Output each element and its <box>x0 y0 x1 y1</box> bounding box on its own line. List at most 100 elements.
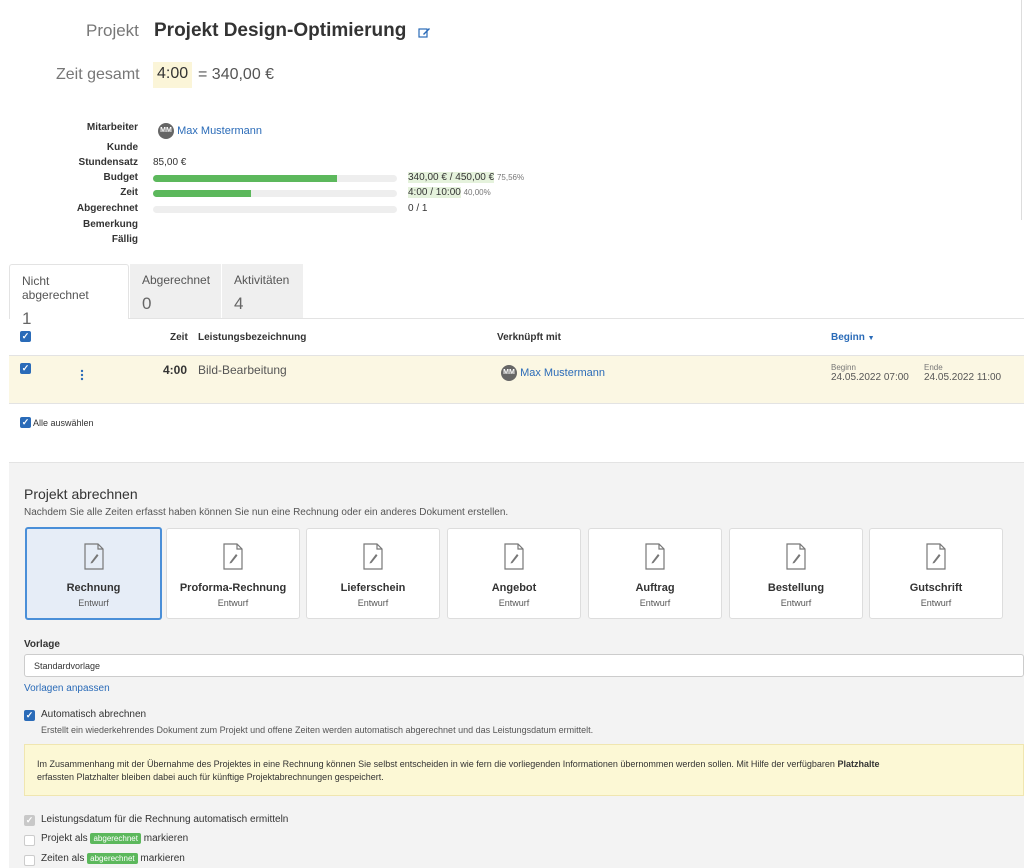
row-end-value: 24.05.2022 11:00 <box>924 372 1002 383</box>
row-description: Bild-Bearbeitung <box>198 363 287 377</box>
col-start[interactable]: Beginn <box>831 332 865 343</box>
service-date-label: Leistungsdatum für die Rechnung automati… <box>41 814 289 825</box>
budget-percent: 75,56% <box>496 173 525 182</box>
auto-billing-checkbox[interactable]: ✓ <box>24 710 35 721</box>
row-time: 4:00 <box>163 363 188 377</box>
time-total-value: 4:00 <box>153 62 193 88</box>
document-name: Auftrag <box>635 582 675 594</box>
option-label: Projekt als <box>41 833 88 845</box>
tab-label: Aktivitäten <box>234 273 290 287</box>
document-name: Gutschrift <box>909 582 963 594</box>
times-billed-checkbox[interactable] <box>24 855 35 866</box>
budget-amount: 340,00 € / 450,00 € <box>408 172 495 183</box>
document-name: Angebot <box>491 582 537 594</box>
tab-label: Abgerechnet <box>142 273 211 287</box>
rate-value: 85,00 € <box>153 157 187 168</box>
edit-icon[interactable] <box>418 26 432 40</box>
document-status: Entwurf <box>920 598 952 608</box>
employee-name[interactable]: Max Mustermann <box>177 125 262 137</box>
option-label: Zeiten als <box>41 853 85 865</box>
tab-count: 4 <box>234 294 244 313</box>
col-time: Zeit <box>170 332 188 343</box>
document-name: Proforma-Rechnung <box>179 582 287 594</box>
document-status: Entwurf <box>639 598 671 608</box>
auto-billing-description: Erstellt ein wiederkehrendes Dokument zu… <box>41 725 594 735</box>
notice-text-2: erfassten Platzhalter bleiben dabei auch… <box>37 772 384 782</box>
time-amount: 4:00 / 10:00 <box>408 187 461 198</box>
template-label: Vorlage <box>24 639 60 650</box>
document-card-rechnung[interactable]: Rechnung Entwurf <box>25 527 162 620</box>
auto-billing-label[interactable]: Automatisch abrechnen <box>41 709 146 720</box>
rate-label: Stundensatz <box>78 157 138 168</box>
document-edit-icon <box>504 543 524 570</box>
document-status: Entwurf <box>498 598 530 608</box>
caret-down-icon: ▼ <box>867 335 875 342</box>
status-badge: abgerechnet <box>87 853 138 864</box>
row-start-label: Beginn <box>831 363 856 372</box>
document-edit-icon <box>786 543 806 570</box>
tab-billed[interactable]: Abgerechnet 0 <box>130 264 221 319</box>
row-linked[interactable]: MM Max Mustermann <box>501 365 605 381</box>
employee-label: Mitarbeiter <box>86 122 138 133</box>
time-progress-bar <box>153 190 397 197</box>
select-all-checkbox[interactable]: ✓ <box>20 417 31 428</box>
template-select[interactable]: Standardvorlage <box>24 654 1024 677</box>
project-billed-checkbox[interactable] <box>24 835 35 846</box>
time-total-label: Zeit gesamt <box>56 66 140 83</box>
tab-activities[interactable]: Aktivitäten 4 <box>222 264 303 319</box>
project-billed-option[interactable]: Projekt als abgerechnet markieren <box>41 833 188 844</box>
avatar: MM <box>158 123 174 139</box>
tab-count: 0 <box>142 294 152 313</box>
document-card-proforma-rechnung[interactable]: Proforma-Rechnung Entwurf <box>166 528 300 619</box>
document-name: Bestellung <box>767 582 825 594</box>
billed-value: 0 / 1 <box>408 203 428 214</box>
row-start-value: 24.05.2022 07:00 <box>831 372 909 383</box>
document-status: Entwurf <box>78 598 109 608</box>
billed-label: Abgerechnet <box>76 203 138 214</box>
template-link[interactable]: Vorlagen anpassen <box>24 683 110 694</box>
document-card-bestellung[interactable]: Bestellung Entwurf <box>729 528 863 619</box>
document-name: Rechnung <box>66 582 121 594</box>
template-select-value: Standardvorlage <box>34 661 101 671</box>
billed-progress-bar <box>153 206 397 213</box>
tab-label: Nicht abgerechnet <box>22 274 89 302</box>
row-end-label: Ende <box>924 363 943 372</box>
row-checkbox[interactable]: ✓ <box>20 363 31 374</box>
kebab-menu-icon[interactable] <box>80 369 86 382</box>
document-card-angebot[interactable]: Angebot Entwurf <box>447 528 581 619</box>
times-billed-option[interactable]: Zeiten als abgerechnet markieren <box>41 853 185 864</box>
tab-not-billed[interactable]: Nicht abgerechnet 1 <box>9 264 129 328</box>
due-label: Fällig <box>111 234 138 245</box>
document-edit-icon <box>645 543 665 570</box>
document-edit-icon <box>363 543 383 570</box>
document-edit-icon <box>84 543 104 570</box>
budget-label: Budget <box>103 172 138 183</box>
time-percent: 40,00% <box>463 188 491 197</box>
time-total-amount: = 340,00 € <box>198 66 275 83</box>
customer-label: Kunde <box>106 142 138 153</box>
note-label: Bemerkung <box>82 219 138 230</box>
notice-box: Im Zusammenhang mit der Übernahme des Pr… <box>24 744 1024 796</box>
document-card-lieferschein[interactable]: Lieferschein Entwurf <box>306 528 440 619</box>
row-linked-name[interactable]: Max Mustermann <box>520 367 605 379</box>
document-card-gutschrift[interactable]: Gutschrift Entwurf <box>869 528 1003 619</box>
billing-title: Projekt abrechnen <box>24 486 138 502</box>
select-all-label[interactable]: Alle auswählen <box>33 418 94 428</box>
time-label: Zeit <box>120 187 138 198</box>
notice-bold: Platzhalte <box>837 759 880 769</box>
status-badge: abgerechnet <box>90 833 141 844</box>
tab-count: 1 <box>22 309 32 328</box>
employee-link[interactable]: MM Max Mustermann <box>158 123 262 139</box>
document-status: Entwurf <box>357 598 389 608</box>
document-name: Lieferschein <box>340 582 406 594</box>
scrollbar-track[interactable] <box>1021 0 1022 220</box>
document-status: Entwurf <box>780 598 812 608</box>
project-label: Projekt <box>86 21 139 40</box>
col-start-sort[interactable]: Beginn ▼ <box>831 332 875 343</box>
budget-progress-bar <box>153 175 397 182</box>
header-checkbox[interactable]: ✓ <box>20 331 31 342</box>
avatar: MM <box>501 365 517 381</box>
billing-subtitle: Nachdem Sie alle Zeiten erfasst haben kö… <box>24 507 509 518</box>
document-status: Entwurf <box>217 598 249 608</box>
document-card-auftrag[interactable]: Auftrag Entwurf <box>588 528 722 619</box>
